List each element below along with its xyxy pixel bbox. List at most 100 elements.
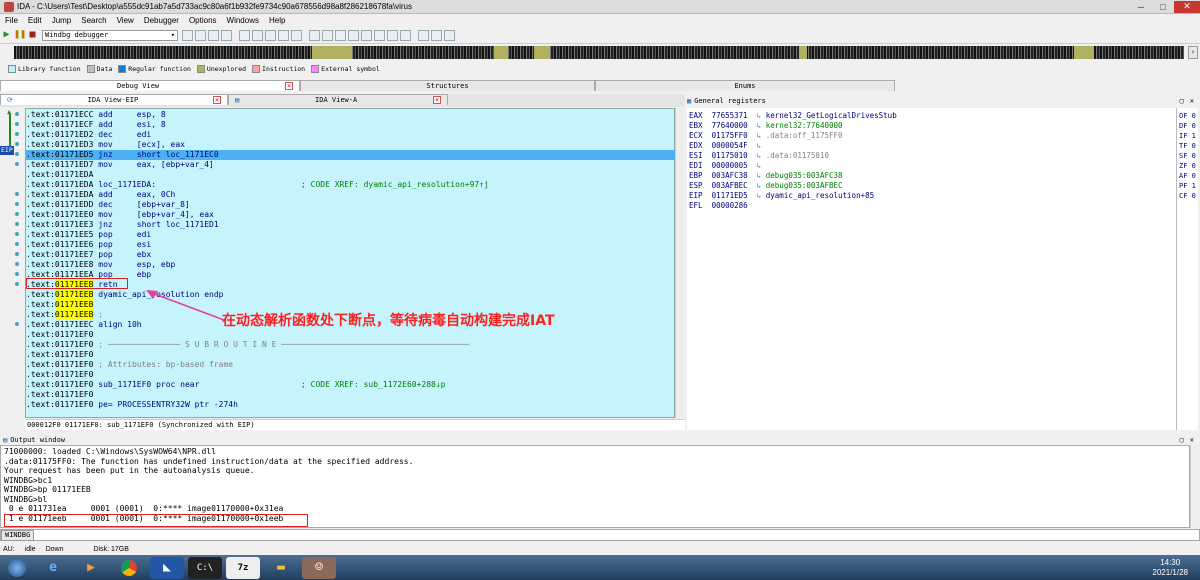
output-scrollbar[interactable] [1190, 445, 1200, 528]
7zip-icon[interactable]: 7z [226, 556, 260, 579]
register-value[interactable]: 00000005 [712, 161, 748, 170]
breakpoint-dot-icon[interactable] [15, 232, 19, 236]
code-line[interactable]: .text:01171EE3 jnz short loc_1171ED1 [26, 220, 676, 230]
register-row[interactable]: ESI 01175010 ↳ .data:01175010 [689, 151, 829, 161]
breakpoint-dot-icon[interactable] [15, 152, 19, 156]
breakpoint-dot-icon[interactable] [15, 222, 19, 226]
code-line[interactable]: .text:01171ED3 mov [ecx], eax [26, 140, 676, 150]
names-icon[interactable] [348, 29, 359, 41]
code-line[interactable]: .text:01171EDD dec [ebp+var_8] [26, 200, 676, 210]
code-line[interactable]: .text:01171EEB [26, 300, 676, 310]
functions-icon[interactable] [361, 29, 372, 41]
code-line[interactable]: .text:01171EF0 ; ─────────────── S U B R… [26, 340, 676, 350]
breakpoint-icon[interactable] [239, 29, 250, 41]
register-row[interactable]: EAX 77655371 ↳ kernel32_GetLogicalDrives… [689, 111, 897, 121]
modules-icon[interactable] [291, 29, 302, 41]
disassembly-view[interactable]: .text:01171ECC add esp, 8 .text:01171ECF … [25, 108, 676, 418]
jump-to-address-icon[interactable]: ↳ [748, 141, 766, 150]
registers-pane[interactable]: EAX 77655371 ↳ kernel32_GetLogicalDrives… [687, 108, 1177, 430]
register-value[interactable]: 003AFBEC [712, 181, 748, 190]
breakpoint-dot-icon[interactable] [15, 162, 19, 166]
flag-value[interactable]: IF 1 [1179, 131, 1196, 141]
strings-icon[interactable] [374, 29, 385, 41]
menu-jump[interactable]: Jump [47, 16, 77, 25]
jump-to-address-icon[interactable]: ↳ [748, 131, 766, 140]
flag-value[interactable]: AF 0 [1179, 171, 1196, 181]
menu-help[interactable]: Help [264, 16, 290, 25]
flag-value[interactable]: SF 0 [1179, 151, 1196, 161]
jump-to-address-icon[interactable]: ↳ [748, 181, 766, 190]
jump-to-address-icon[interactable]: ↳ [748, 151, 766, 160]
nav-scroll-arrow-icon[interactable]: › [1188, 46, 1198, 59]
step-out-icon[interactable] [221, 29, 232, 41]
graph-view-icon[interactable] [418, 29, 429, 41]
stack-view-icon[interactable] [322, 29, 333, 41]
code-line[interactable]: .text:01171ED7 mov eax, [ebp+var_4] [26, 160, 676, 170]
run-to-cursor-icon[interactable] [208, 29, 219, 41]
debugger-select[interactable]: Windbg debugger ▾ [42, 29, 178, 41]
code-line[interactable]: .text:01171EEB dyamic_api_resolution end… [26, 290, 676, 300]
jump-to-address-icon[interactable]: ↳ [748, 191, 766, 200]
menu-search[interactable]: Search [76, 16, 111, 25]
breakpoint-dot-icon[interactable] [15, 112, 19, 116]
register-row[interactable]: EBP 003AFC38 ↳ debug035:003AFC38 [689, 171, 843, 181]
code-line[interactable]: .text:01171EE0 mov [ebp+var_4], eax [26, 210, 676, 220]
menu-options[interactable]: Options [184, 16, 222, 25]
clock[interactable]: 14:30 2021/1/28 [1152, 558, 1188, 578]
register-value[interactable]: 01175010 [712, 151, 748, 160]
register-value[interactable]: 003AFC38 [712, 171, 748, 180]
code-line[interactable]: .text:01171EDA [26, 170, 676, 180]
close-button[interactable]: ✕ [1174, 0, 1200, 13]
flag-value[interactable]: CF 0 [1179, 191, 1196, 201]
proximity-icon[interactable] [431, 29, 442, 41]
flag-value[interactable]: PF 1 [1179, 181, 1196, 191]
start-button-icon[interactable] [2, 557, 32, 579]
code-line[interactable]: .text:01171EF0 pe= PROCESSENTRY32W ptr -… [26, 400, 676, 410]
tab-enums[interactable]: Enums [595, 80, 895, 91]
threads-icon[interactable] [278, 29, 289, 41]
code-line[interactable]: .text:01171ED2 dec edi [26, 130, 676, 140]
breakpoint-dot-icon[interactable] [15, 252, 19, 256]
tab-ida-view-a[interactable]: ▤ IDA View-A × [228, 94, 448, 105]
menu-view[interactable]: View [112, 16, 139, 25]
step-into-icon[interactable] [182, 29, 193, 41]
register-row[interactable]: EBX 77640000 ↳ kernel32:77640000 [689, 121, 843, 131]
code-line[interactable]: .text:01171ECC add esp, 8 [26, 110, 676, 120]
register-value[interactable]: 01171ED5 [712, 191, 748, 200]
watch-icon[interactable] [265, 29, 276, 41]
segments-icon[interactable] [335, 29, 346, 41]
code-line[interactable]: .text:01171EF0 sub_1171EF0 proc near ; CO… [26, 380, 676, 390]
register-value[interactable]: 77640000 [712, 121, 748, 130]
close-icon[interactable]: ✕ [1190, 97, 1194, 105]
breakpoint-dot-icon[interactable] [15, 122, 19, 126]
code-line[interactable]: .text:01171EF0 [26, 350, 676, 360]
tab-structures[interactable]: Structures [300, 80, 595, 91]
register-value[interactable]: 01175FF0 [712, 131, 748, 140]
code-line[interactable]: .text:01171EE8 mov esp, ebp [26, 260, 676, 270]
maximize-button[interactable]: □ [1152, 1, 1174, 13]
breakpoint-dot-icon[interactable] [15, 142, 19, 146]
menu-file[interactable]: File [0, 16, 23, 25]
code-scrollbar[interactable] [675, 108, 685, 418]
code-line[interactable]: .text:01171EF0 ; Attributes: bp-based fr… [26, 360, 676, 370]
flag-value[interactable]: OF 0 [1179, 111, 1196, 121]
breakpoint-dot-icon[interactable] [15, 192, 19, 196]
register-value[interactable]: 0000054F [712, 141, 748, 150]
breakpoint-dot-icon[interactable] [15, 242, 19, 246]
powershell-icon[interactable]: ◣ [150, 556, 184, 579]
close-icon[interactable]: ✕ [1190, 436, 1194, 444]
code-line[interactable]: .text:01171EF0 [26, 330, 676, 340]
imports-icon[interactable] [387, 29, 398, 41]
code-line[interactable]: .text:01171EDA add eax, 0Ch [26, 190, 676, 200]
menu-edit[interactable]: Edit [23, 16, 47, 25]
exports-icon[interactable] [400, 29, 411, 41]
code-line[interactable]: .text:01171EF0 [26, 370, 676, 380]
code-line[interactable]: .text:01171EE5 pop edi [26, 230, 676, 240]
breakpoint-dot-icon[interactable] [15, 132, 19, 136]
close-icon[interactable]: × [433, 96, 441, 104]
terminate-process-icon[interactable]: ■ [27, 29, 38, 41]
tab-debug-view[interactable]: Debug View × [0, 80, 300, 91]
chrome-icon[interactable] [112, 557, 146, 579]
code-line[interactable]: .text:01171EDA loc_1171EDA: ; CODE XREF: … [26, 180, 676, 190]
flag-value[interactable]: TF 0 [1179, 141, 1196, 151]
